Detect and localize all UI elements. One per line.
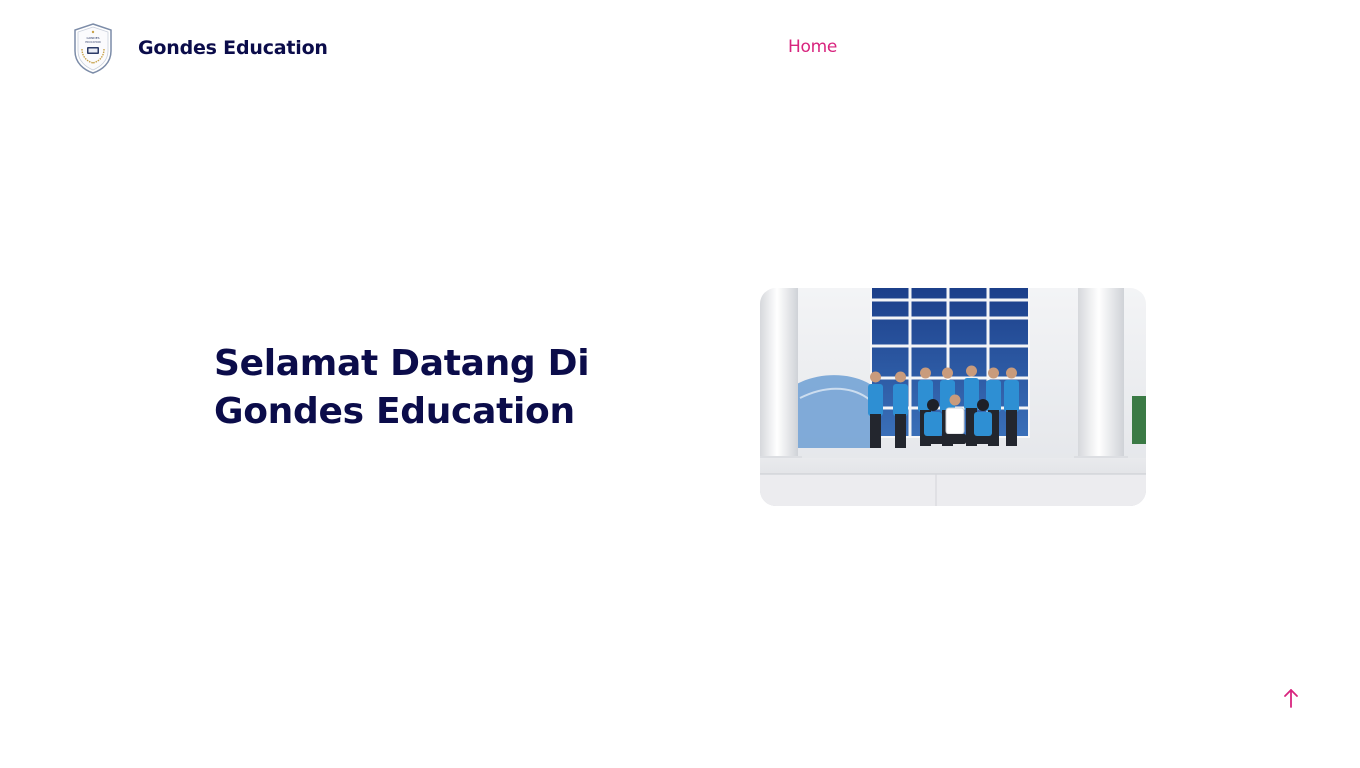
hero-title-line-2: Gondes Education: [214, 391, 575, 432]
logo-text-bottom: EDUCATION: [85, 40, 100, 44]
school-crest-icon[interactable]: GONDES EDUCATION: [73, 23, 113, 74]
group-photo-image: [760, 288, 1146, 506]
logo-text-top: GONDES: [86, 36, 99, 40]
nav-item-home[interactable]: Home: [788, 37, 837, 57]
page: GONDES EDUCATION Gondes Education Home S…: [0, 0, 1360, 768]
arrow-up-icon[interactable]: [1280, 686, 1302, 710]
brand-name[interactable]: Gondes Education: [138, 37, 328, 59]
hero-title-line-1: Selamat Datang Di: [214, 343, 590, 384]
hero-title: Selamat Datang Di Gondes Education: [214, 340, 614, 436]
